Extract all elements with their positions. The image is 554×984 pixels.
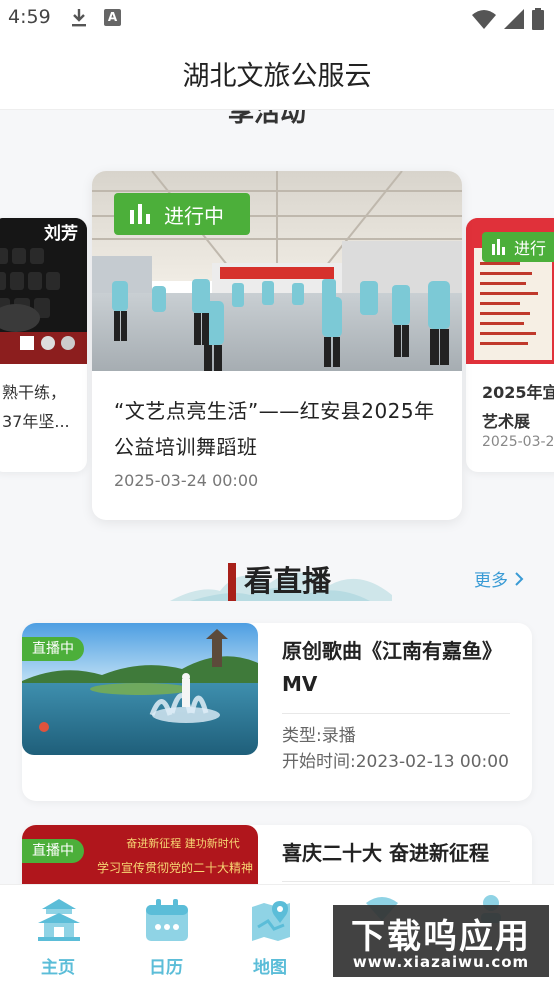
live-badge: 直播中 [22,637,84,661]
activity-title-main: “文艺点亮生活”——红安县2025年公益培训舞蹈班 [114,399,435,459]
notification-a-icon: A [104,9,121,26]
map-icon [252,901,290,941]
pavilion-icon [38,899,80,941]
live-thumbnail: 直播中 [22,623,258,755]
status-indicators [472,8,544,30]
wifi-icon [472,10,496,29]
live-item[interactable]: 直播中 原创歌曲《江南有嘉鱼》MV 类型:录播 开始时间:2023-02-13 … [22,623,532,801]
live-item-title: 喜庆二十大 奋进新征程 [282,841,489,865]
activity-card-left[interactable]: 刘芳 熟干练，37年坚... [0,218,87,472]
poster-line-1: 奋进新征程 建功新时代 [126,837,240,850]
live-badge: 直播中 [22,839,84,863]
live-item-divider [282,713,510,714]
poster-line-2: 学习宣传贯彻党的二十大精神 [96,861,253,875]
live-item-title: 原创歌曲《江南有嘉鱼》MV [282,639,502,696]
more-link-label: 更多 [474,571,508,591]
section-accent-bar [228,563,236,601]
activity-status-text-right: 进行 [514,239,547,258]
signal-icon [504,9,524,29]
download-icon [72,9,86,27]
app-header: 湖北文旅公服云 [0,38,554,110]
live-item-start-time: 开始时间:2023-02-13 00:00 [282,752,509,772]
activity-poster-left: 刘芳 [0,218,87,364]
bar-chart-icon [130,204,150,224]
nav-label-map: 地图 [253,958,287,978]
status-time: 4:59 [8,6,51,28]
live-item-divider [282,881,510,882]
live-more-link[interactable]: 更多 [474,566,524,591]
nav-label-home: 主页 [41,958,75,978]
calendar-icon [146,899,188,941]
watermark-logo: 下载呜应用 www.xiazaiwu.com [333,905,549,977]
page-title: 湖北文旅公服云 [182,61,372,92]
watermark-url-text: www.xiazaiwu.com [352,953,530,971]
activity-date-right: 2025-03-22 [482,434,554,450]
activity-card-main[interactable]: 进行中 “文艺点亮生活”——红安县2025年公益培训舞蹈班 2025-03-24… [92,171,462,520]
activity-date-main: 2025-03-24 00:00 [114,471,259,490]
watermark-main-text: 下载呜应用 [351,917,531,957]
activity-title-right: 2025年宜艺术展 [482,383,554,431]
activity-poster-right: 进行 [466,218,554,364]
nav-label-calendar: 日历 [149,958,183,978]
chevron-right-icon [515,571,524,586]
battery-icon [532,8,544,30]
live-section-title: 看直播 [244,564,332,598]
status-bar: 4:59 A [0,0,554,38]
activity-status-badge-main: 进行中 [114,193,250,235]
poster-name-text: 刘芳 [44,224,78,244]
activity-status-badge-right: 进行 [482,232,554,262]
activity-card-right[interactable]: 进行 2025年宜艺术展 2025-03-22 [466,218,554,472]
bar-chart-icon [492,239,505,255]
live-item-type: 类型:录播 [282,726,356,746]
activity-photo-main: 进行中 [92,171,462,371]
activity-status-text-main: 进行中 [164,203,224,228]
activity-title-left: 熟干练，37年坚... [2,383,70,431]
